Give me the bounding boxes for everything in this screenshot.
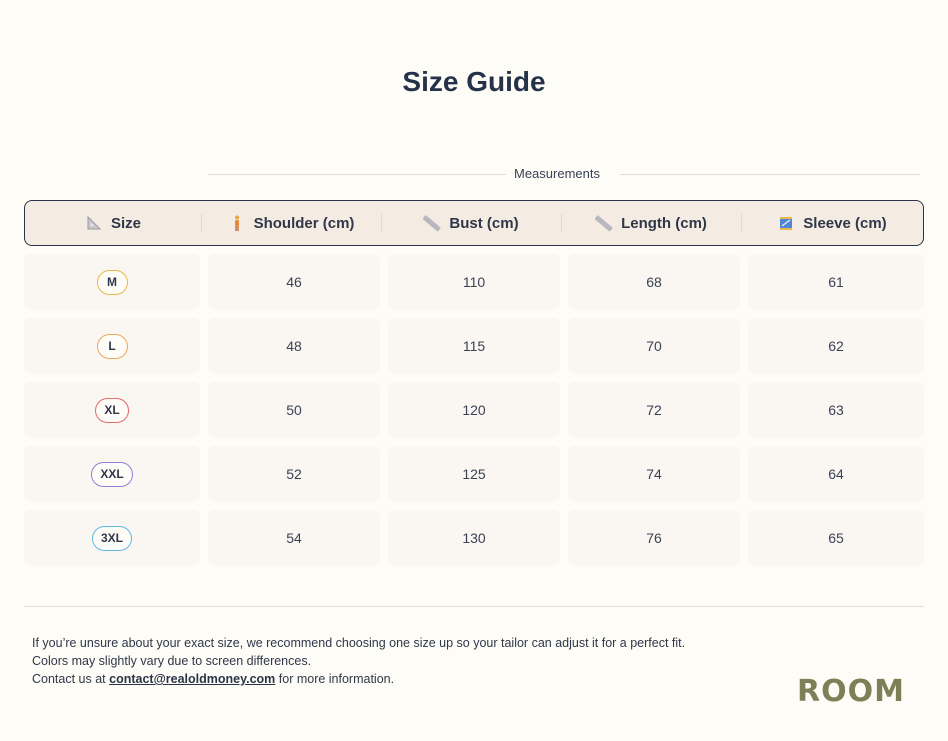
bust-cell: 125 xyxy=(388,446,560,502)
bust-cell: 110 xyxy=(388,254,560,310)
size-table-body: M 46 110 68 61 L 48 115 70 62 XL 50 120 … xyxy=(24,254,924,574)
length-cell: 70 xyxy=(568,318,740,374)
shoulder-cell: 46 xyxy=(208,254,380,310)
size-badge: 3XL xyxy=(91,525,132,551)
size-badge: XL xyxy=(95,397,129,423)
column-header-label: Bust (cm) xyxy=(449,214,519,232)
column-header-shoulder[interactable]: Shoulder (cm) xyxy=(201,201,381,245)
column-header-size[interactable]: Size xyxy=(25,201,201,245)
contact-suffix: for more information. xyxy=(275,672,395,686)
column-header-sleeve[interactable]: Sleeve (cm) xyxy=(741,201,923,245)
note-sizing-advice: If you’re unsure about your exact size, … xyxy=(32,636,686,650)
footer-divider xyxy=(24,606,924,607)
measurements-line-left xyxy=(208,174,506,175)
column-header-label: Shoulder (cm) xyxy=(253,214,355,232)
size-badge: XXL xyxy=(91,461,133,487)
note-contact: Contact us at contact@realoldmoney.com f… xyxy=(32,672,394,686)
table-row: 3XL 54 130 76 65 xyxy=(24,510,924,566)
contact-prefix: Contact us at xyxy=(32,672,110,686)
size-cell: M xyxy=(24,254,200,310)
size-cell: L xyxy=(24,318,200,374)
shoulder-cell: 50 xyxy=(208,382,380,438)
sleeve-cell: 65 xyxy=(748,510,924,566)
bust-cell: 115 xyxy=(388,318,560,374)
size-badge: L xyxy=(96,333,128,359)
column-header-label: Length (cm) xyxy=(621,214,707,232)
ruler-icon xyxy=(594,214,613,232)
table-row: XL 50 120 72 63 xyxy=(24,382,924,438)
length-cell: 72 xyxy=(568,382,740,438)
size-cell: 3XL xyxy=(24,510,200,566)
bust-cell: 120 xyxy=(388,382,560,438)
table-row: L 48 115 70 62 xyxy=(24,318,924,374)
size-cell: XXL xyxy=(24,446,200,502)
ruler-icon xyxy=(423,214,441,232)
sleeve-cell: 61 xyxy=(748,254,924,310)
person-icon xyxy=(228,214,246,232)
measurements-heading: Measurements xyxy=(208,165,920,183)
shoulder-cell: 52 xyxy=(208,446,380,502)
column-header-label: Size xyxy=(110,214,141,232)
bust-cell: 130 xyxy=(388,510,560,566)
table-row: XXL 52 125 74 64 xyxy=(24,446,924,502)
shoulder-cell: 54 xyxy=(208,510,380,566)
shoulder-cell: 48 xyxy=(208,318,380,374)
measurements-line-right xyxy=(620,174,920,175)
size-cell: XL xyxy=(24,382,200,438)
sleeve-cell: 63 xyxy=(748,382,924,438)
page-title: Size Guide xyxy=(402,66,546,97)
sewing-icon xyxy=(777,214,795,232)
brand-logo: ROOM xyxy=(797,674,905,709)
triangle-ruler-icon xyxy=(85,214,103,232)
length-cell: 76 xyxy=(568,510,740,566)
table-row: M 46 110 68 61 xyxy=(24,254,924,310)
contact-email-link[interactable]: contact@realoldmoney.com xyxy=(109,672,275,686)
table-header: Size Shoulder (cm) Bust (cm) Length (cm)… xyxy=(24,200,924,246)
note-color-disclaimer: Colors may slightly vary due to screen d… xyxy=(32,654,312,668)
column-header-label: Sleeve (cm) xyxy=(803,214,887,232)
column-header-length[interactable]: Length (cm) xyxy=(561,201,741,245)
length-cell: 74 xyxy=(568,446,740,502)
size-badge: M xyxy=(96,269,128,295)
column-header-bust[interactable]: Bust (cm) xyxy=(381,201,561,245)
sleeve-cell: 62 xyxy=(748,318,924,374)
sleeve-cell: 64 xyxy=(748,446,924,502)
measurements-label: Measurements xyxy=(514,166,600,181)
length-cell: 68 xyxy=(568,254,740,310)
